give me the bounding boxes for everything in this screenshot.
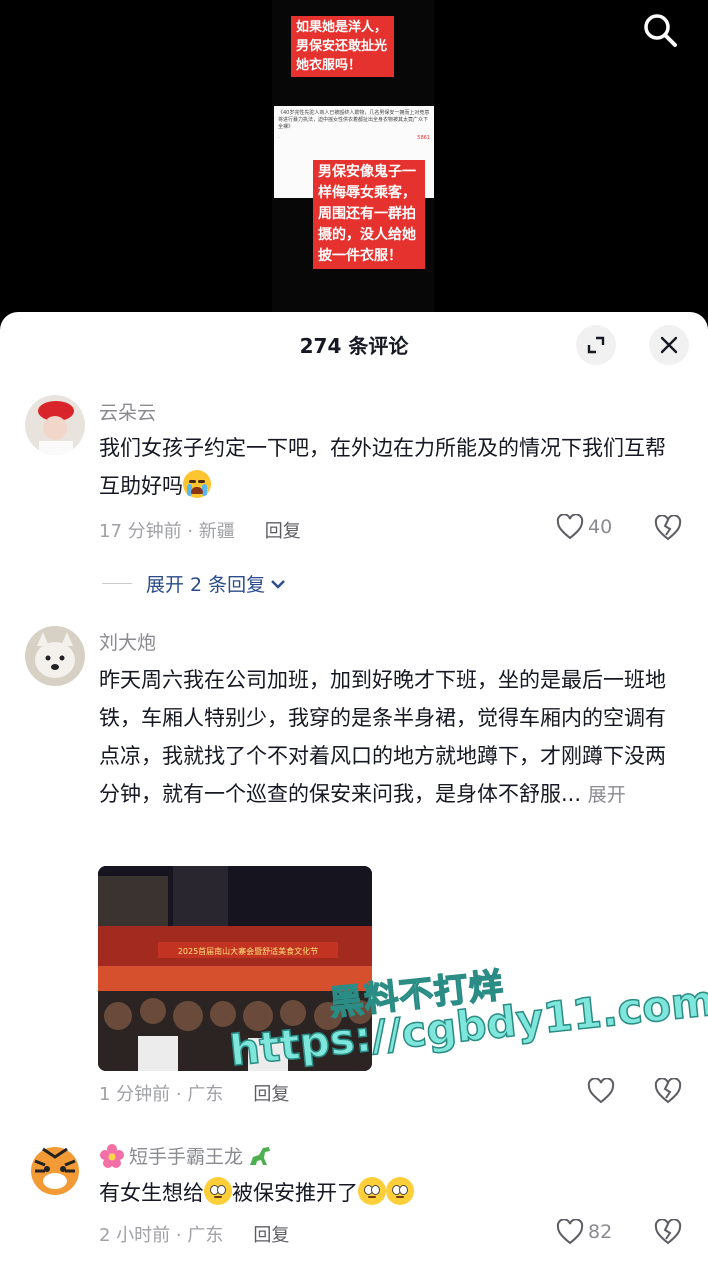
expand-text-link[interactable]: 展开 [588, 784, 626, 806]
heart-icon [556, 1219, 584, 1245]
close-panel-button[interactable] [649, 325, 689, 365]
eye-roll-emoji [386, 1177, 414, 1205]
video-caption-top: 如果她是洋人，男保安还敢扯光她衣服吗！ [291, 16, 394, 77]
close-icon [660, 336, 678, 354]
comment-time: 17 分钟前 · 新疆 [99, 521, 235, 542]
eye-roll-emoji [358, 1177, 386, 1205]
crying-emoji [183, 470, 211, 498]
comment-author[interactable]: 刘大炮 [99, 628, 156, 655]
like-count: 82 [588, 1221, 613, 1243]
comment-meta: 17 分钟前 · 新疆 回复 [99, 517, 301, 543]
video-player[interactable]: 如果她是洋人，男保安还敢扯光她衣服吗！ 《40岁完性先驼人商人已被殴终人欺物，几… [0, 0, 708, 320]
avatar[interactable] [25, 395, 85, 455]
comment-text-content: 昨天周六我在公司加班，加到好晚才下班，坐的是最后一班地铁，车厢人特别少，我穿的是… [99, 668, 666, 806]
dislike-icon[interactable] [654, 1078, 682, 1104]
comment-author[interactable]: 云朵云 [99, 398, 156, 425]
expand-replies-label: 展开 2 条回复 [146, 574, 266, 596]
video-caption-mid: 男保安像鬼子一样侮辱女乘客，周围还有一群拍摄的，没人给她披一件衣服！ [313, 160, 425, 269]
comment-photo[interactable]: 2025首届南山大寨会暨舒适美食文化节 [98, 866, 372, 1071]
heart-icon [556, 514, 584, 540]
reply-button[interactable]: 回复 [253, 1084, 289, 1105]
divider [102, 583, 132, 584]
comment-author[interactable]: 短手手霸王龙 [99, 1142, 273, 1169]
photo-banner-text: 2025首届南山大寨会暨舒适美食文化节 [178, 946, 318, 956]
comments-panel: 274 条评论 云朵云 我们女孩子约定一下吧，在外边在力所能及的情况下我们互帮互… [0, 312, 708, 1280]
comment-text-part1: 有女生想给 [99, 1181, 204, 1205]
heart-icon [587, 1078, 615, 1104]
comment-time: 1 分钟前 · 广东 [99, 1084, 224, 1105]
reply-button[interactable]: 回复 [253, 1225, 289, 1246]
flower-icon [100, 1143, 124, 1168]
like-button[interactable]: 40 [556, 514, 612, 540]
dinosaur-icon [250, 1146, 271, 1165]
chevron-down-icon [271, 579, 286, 589]
eye-roll-emoji [204, 1177, 232, 1205]
comment-time: 2 小时前 · 广东 [99, 1225, 224, 1246]
search-icon[interactable] [640, 10, 680, 50]
avatar[interactable] [25, 1139, 85, 1199]
expand-panel-button[interactable] [576, 325, 616, 365]
comment-text: 有女生想给 被保安推开了 [99, 1174, 679, 1212]
dislike-icon[interactable] [654, 1219, 682, 1245]
comment-text-part2: 被保安推开了 [232, 1181, 358, 1205]
expand-icon [587, 336, 605, 354]
reply-button[interactable]: 回复 [265, 521, 301, 542]
avatar[interactable] [25, 626, 85, 686]
expand-replies-button[interactable]: 展开 2 条回复 [102, 570, 287, 597]
comment-text: 我们女孩子约定一下吧，在外边在力所能及的情况下我们互帮互助好吗 [99, 429, 679, 505]
embedded-like-count: 5861 [417, 135, 430, 141]
embedded-screenshot-text: 《40岁完性先驼人商人已被殴终人欺物，几名男保安一拥而上对竞意将进行暴力执法，迫… [278, 110, 430, 130]
comment-text: 昨天周六我在公司加班，加到好晚才下班，坐的是最后一班地铁，车厢人特别少，我穿的是… [99, 661, 679, 814]
comment-meta: 1 分钟前 · 广东 回复 [99, 1080, 289, 1106]
dislike-icon[interactable] [654, 515, 682, 541]
like-count: 40 [588, 516, 613, 538]
comment-author-name: 短手手霸王龙 [129, 1146, 244, 1168]
like-button[interactable]: 82 [556, 1219, 612, 1245]
comment-meta: 2 小时前 · 广东 回复 [99, 1221, 289, 1247]
like-button[interactable] [587, 1078, 619, 1104]
